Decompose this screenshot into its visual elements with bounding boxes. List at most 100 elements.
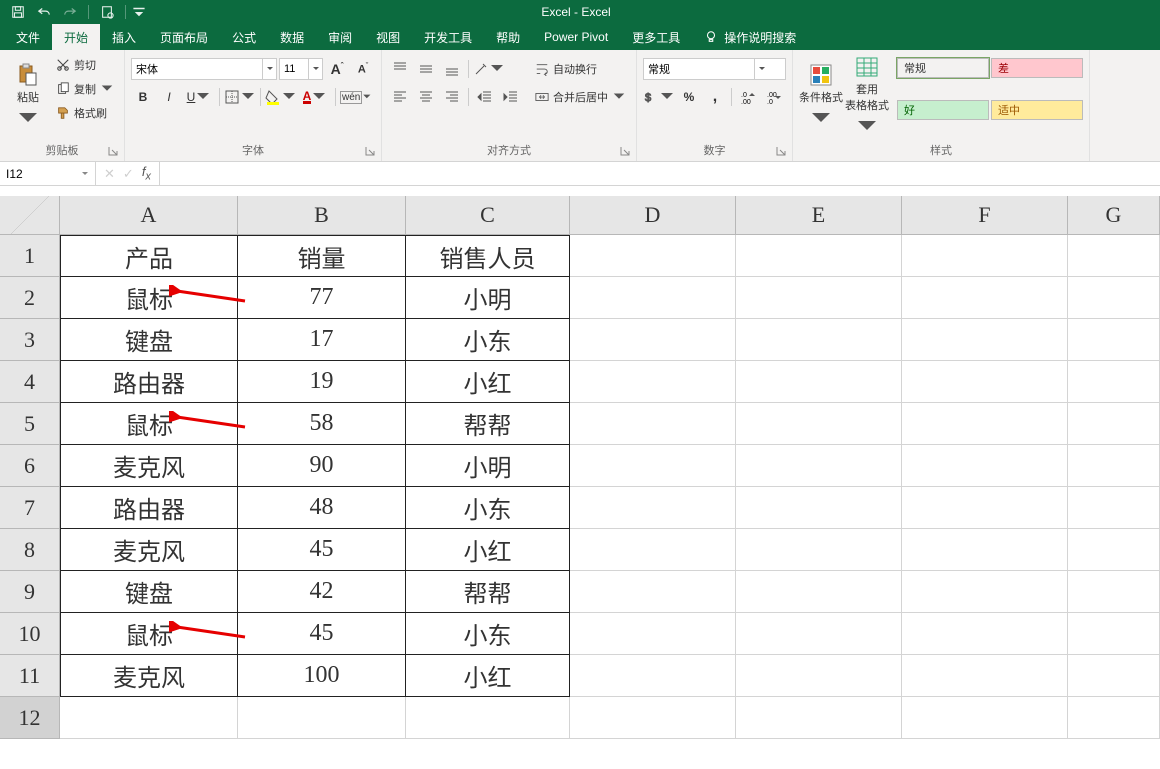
name-box[interactable] — [0, 162, 96, 185]
cell-style-good[interactable]: 好 — [897, 100, 989, 120]
cell[interactable]: 小红 — [406, 655, 570, 697]
column-header[interactable]: G — [1068, 196, 1160, 234]
cell[interactable] — [736, 613, 902, 655]
cell[interactable] — [570, 319, 736, 361]
cell[interactable] — [1068, 487, 1160, 529]
decrease-indent-icon[interactable] — [473, 86, 497, 108]
cell[interactable] — [902, 697, 1068, 739]
enter-icon[interactable]: ✓ — [123, 166, 134, 182]
cell[interactable]: 45 — [238, 613, 406, 655]
cell[interactable]: 45 — [238, 529, 406, 571]
decrease-decimal-icon[interactable]: .00.0 — [762, 86, 786, 108]
cancel-icon[interactable]: ✕ — [104, 166, 115, 182]
underline-button[interactable]: U — [183, 86, 215, 108]
tab-帮助[interactable]: 帮助 — [484, 24, 532, 50]
wrap-text-button[interactable]: 自动换行 — [531, 58, 630, 80]
align-bottom-icon[interactable] — [440, 58, 464, 80]
cell[interactable] — [902, 445, 1068, 487]
cell[interactable]: 产品 — [60, 235, 238, 277]
number-format-combo[interactable] — [643, 58, 786, 80]
cell[interactable] — [736, 655, 902, 697]
cell[interactable]: 鼠标 — [60, 613, 238, 655]
row-header[interactable]: 8 — [0, 529, 60, 571]
row-header[interactable]: 12 — [0, 697, 60, 739]
conditional-formatting-button[interactable]: 条件格式 — [799, 54, 843, 139]
cell[interactable]: 小东 — [406, 613, 570, 655]
cell[interactable] — [1068, 277, 1160, 319]
cell[interactable] — [902, 613, 1068, 655]
cell[interactable]: 小红 — [406, 529, 570, 571]
cell[interactable]: 路由器 — [60, 361, 238, 403]
cell[interactable]: 鼠标 — [60, 277, 238, 319]
cell[interactable] — [736, 529, 902, 571]
cell[interactable] — [1068, 235, 1160, 277]
column-header[interactable]: A — [60, 196, 238, 234]
cell[interactable] — [736, 571, 902, 613]
cell[interactable]: 17 — [238, 319, 406, 361]
cell[interactable] — [570, 697, 736, 739]
phonetic-guide-button[interactable]: wén — [340, 86, 372, 108]
cell[interactable] — [902, 403, 1068, 445]
align-center-icon[interactable] — [414, 86, 438, 108]
merge-center-button[interactable]: 合并后居中 — [531, 86, 630, 108]
column-header[interactable]: E — [736, 196, 902, 234]
cell[interactable] — [1068, 571, 1160, 613]
cell[interactable] — [1068, 319, 1160, 361]
select-all-corner[interactable] — [0, 196, 60, 234]
cell[interactable] — [570, 529, 736, 571]
cell[interactable] — [570, 445, 736, 487]
cell[interactable] — [1068, 445, 1160, 487]
cell[interactable]: 路由器 — [60, 487, 238, 529]
cell[interactable]: 帮帮 — [406, 403, 570, 445]
align-right-icon[interactable] — [440, 86, 464, 108]
cell[interactable] — [1068, 403, 1160, 445]
border-button[interactable] — [224, 86, 256, 108]
tab-Power Pivot[interactable]: Power Pivot — [532, 24, 620, 50]
dialog-launcher-icon[interactable] — [620, 145, 634, 159]
row-header[interactable]: 1 — [0, 235, 60, 277]
cell[interactable]: 键盘 — [60, 571, 238, 613]
increase-decimal-icon[interactable]: .0.00 — [736, 86, 760, 108]
cell[interactable]: 小东 — [406, 487, 570, 529]
cell[interactable] — [736, 277, 902, 319]
save-icon[interactable] — [6, 1, 30, 23]
font-size-combo[interactable] — [279, 58, 323, 80]
row-header[interactable]: 3 — [0, 319, 60, 361]
cell[interactable] — [902, 655, 1068, 697]
row-header[interactable]: 4 — [0, 361, 60, 403]
fx-icon[interactable]: fx — [142, 164, 151, 183]
increase-indent-icon[interactable] — [499, 86, 523, 108]
font-color-button[interactable]: A — [299, 86, 331, 108]
tab-插入[interactable]: 插入 — [100, 24, 148, 50]
cell[interactable]: 58 — [238, 403, 406, 445]
column-header[interactable]: C — [406, 196, 570, 234]
cell-style-normal[interactable]: 常规 — [897, 58, 989, 78]
cell[interactable]: 小东 — [406, 319, 570, 361]
tell-me-search[interactable]: 操作说明搜索 — [692, 29, 808, 46]
italic-button[interactable]: I — [157, 86, 181, 108]
column-header[interactable]: B — [238, 196, 406, 234]
cell[interactable] — [736, 697, 902, 739]
cell[interactable]: 键盘 — [60, 319, 238, 361]
cell[interactable] — [902, 235, 1068, 277]
cell[interactable]: 77 — [238, 277, 406, 319]
undo-icon[interactable] — [32, 1, 56, 23]
cell[interactable] — [238, 697, 406, 739]
cell[interactable] — [902, 277, 1068, 319]
cell-style-neutral[interactable]: 适中 — [991, 100, 1083, 120]
cell[interactable] — [60, 697, 238, 739]
cell[interactable] — [1068, 655, 1160, 697]
dialog-launcher-icon[interactable] — [108, 145, 122, 159]
cell[interactable]: 麦克风 — [60, 529, 238, 571]
tab-审阅[interactable]: 审阅 — [316, 24, 364, 50]
cell[interactable] — [406, 697, 570, 739]
row-header[interactable]: 10 — [0, 613, 60, 655]
dialog-launcher-icon[interactable] — [776, 145, 790, 159]
bold-button[interactable]: B — [131, 86, 155, 108]
comma-format-icon[interactable]: , — [703, 86, 727, 108]
cell[interactable] — [736, 235, 902, 277]
cell[interactable]: 鼠标 — [60, 403, 238, 445]
cell[interactable] — [902, 487, 1068, 529]
fill-color-button[interactable] — [265, 86, 297, 108]
cell[interactable] — [570, 571, 736, 613]
